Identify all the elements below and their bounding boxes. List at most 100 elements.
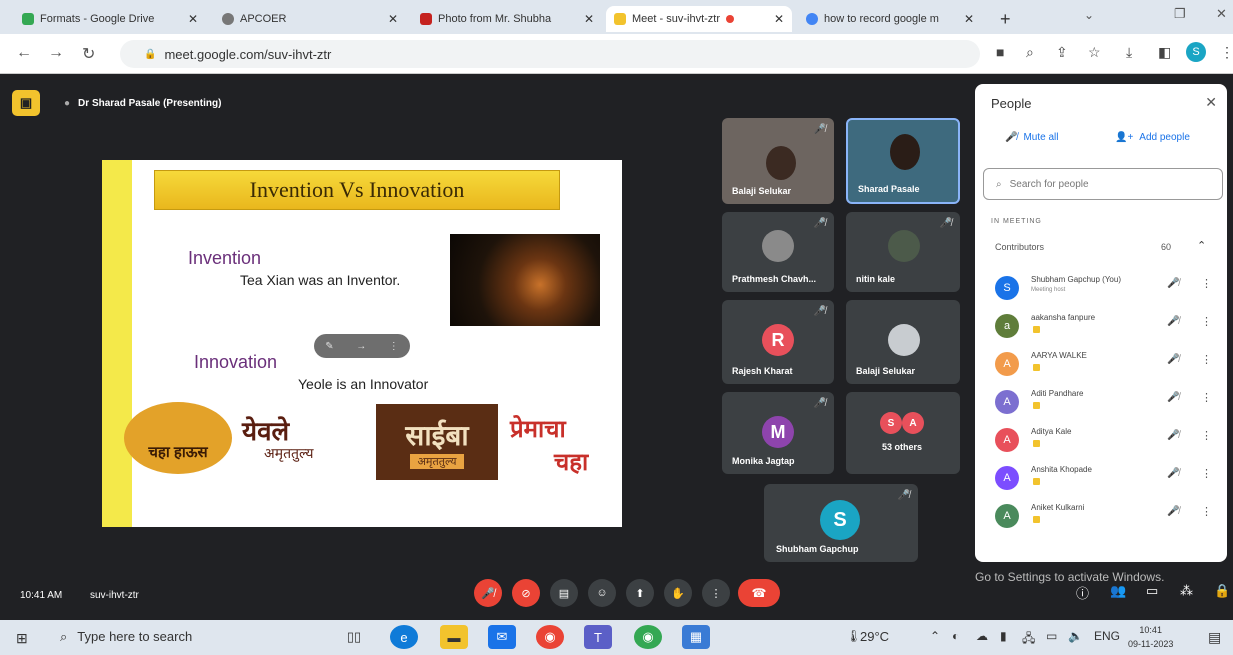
close-tab-icon[interactable]: ✕ — [388, 12, 398, 26]
language-indicator[interactable]: ENG — [1094, 629, 1120, 643]
people-icon[interactable]: 👥 — [1110, 583, 1126, 599]
close-window-icon[interactable]: ✕ — [1216, 6, 1227, 22]
more-options-button[interactable]: ⋮ — [702, 579, 730, 607]
volume-icon[interactable]: 🔈 — [1068, 629, 1083, 643]
windows-start-icon[interactable]: ⊞ — [16, 630, 28, 647]
mic-toggle-button[interactable]: 🎤̸ — [474, 579, 502, 607]
side-panel-icon[interactable]: ◧ — [1158, 44, 1171, 61]
display-icon[interactable]: ▭ — [1046, 629, 1057, 643]
self-tile[interactable]: S 🎤̸ Shubham Gapchup — [764, 484, 918, 562]
activities-icon[interactable]: ⁂ — [1180, 583, 1193, 599]
list-item[interactable]: S Shubham Gapchup (You) Meeting host 🎤̸ … — [995, 272, 1215, 306]
raise-hand-button[interactable]: ✋ — [664, 579, 692, 607]
slide-controls[interactable]: ✎ → ⋮ — [314, 334, 410, 358]
edge-icon[interactable]: e — [390, 625, 418, 649]
photos-icon[interactable]: ▦ — [682, 625, 710, 649]
tab-search-icon[interactable]: ⌄ — [1084, 8, 1094, 22]
back-icon[interactable]: ← — [16, 44, 32, 62]
mail-icon[interactable]: ✉ — [488, 625, 516, 649]
chat-icon[interactable]: ▭ — [1146, 583, 1158, 599]
list-item[interactable]: A Aditya Kale 🎤̸ ⋮ — [995, 424, 1215, 458]
participant-tile[interactable]: 🎤̸ nitin kale — [846, 212, 960, 292]
presenter-bar: ▣ ● Dr Sharad Pasale (Presenting) — [12, 90, 221, 116]
profile-avatar[interactable]: S — [1186, 42, 1206, 62]
panel-title: People — [991, 96, 1032, 111]
more-options-icon[interactable]: ⋮ — [1201, 353, 1212, 366]
zoom-icon[interactable]: ⌕ — [1026, 44, 1034, 61]
more-options-icon[interactable]: ⋮ — [1201, 429, 1212, 442]
google-icon — [806, 13, 818, 25]
cloud-icon[interactable]: ☁ — [976, 629, 988, 643]
add-people-button[interactable]: 👤+ Add people — [1115, 132, 1190, 143]
pen-icon[interactable]: ✎ — [325, 341, 333, 352]
person-name: Aniket Kulkarni — [1031, 503, 1085, 512]
reload-icon[interactable]: ↻ — [82, 44, 95, 64]
notifications-icon[interactable]: ▤ — [1208, 629, 1221, 646]
close-tab-icon[interactable]: ✕ — [774, 12, 784, 26]
bookmark-star-icon[interactable]: ☆ — [1088, 44, 1101, 61]
info-icon[interactable]: ⓘ — [1076, 583, 1089, 602]
taskbar-search[interactable]: ⌕ Type here to search — [60, 629, 192, 645]
camera-toggle-button[interactable]: ⊘ — [512, 579, 540, 607]
file-explorer-icon[interactable]: ▬ — [440, 625, 468, 649]
participant-tile[interactable]: 🎤̸ Prathmesh Chavh... — [722, 212, 834, 292]
more-options-icon[interactable]: ⋮ — [1201, 315, 1212, 328]
tab-apcoer[interactable]: APCOER ✕ — [214, 6, 406, 32]
task-view-icon[interactable]: ▯▯ — [340, 625, 368, 649]
meeting-code[interactable]: suv-ihvt-ztr — [90, 590, 139, 601]
teams-icon[interactable]: T — [584, 625, 612, 649]
share-icon[interactable]: ⇪ — [1056, 44, 1068, 61]
download-icon[interactable]: ⤓ — [1126, 44, 1132, 61]
chrome-icon[interactable]: ◉ — [536, 625, 564, 649]
weather-temperature[interactable]: 29°C — [860, 629, 889, 644]
reactions-button[interactable]: ☺ — [588, 579, 616, 607]
more-options-icon[interactable]: ⋮ — [1201, 391, 1212, 404]
present-button[interactable]: ⬆ — [626, 579, 654, 607]
chevron-up-icon[interactable]: ⌃ — [930, 629, 940, 643]
others-tile[interactable]: S A 53 others — [846, 392, 960, 474]
new-tab-button[interactable]: + — [992, 6, 1022, 32]
list-item[interactable]: A Aditi Pandhare 🎤̸ ⋮ — [995, 386, 1215, 420]
tab-photo[interactable]: Photo from Mr. Shubha ✕ — [412, 6, 602, 32]
participant-tile[interactable]: Sharad Pasale — [846, 118, 960, 204]
taskbar-clock[interactable]: 10:41 09-11-2023 — [1128, 623, 1173, 651]
chrome-profile-icon[interactable]: ◉ — [634, 625, 662, 649]
arrow-icon[interactable]: → — [356, 341, 366, 352]
more-options-icon[interactable]: ⋮ — [1201, 277, 1212, 290]
more-options-icon[interactable]: ⋮ — [1201, 467, 1212, 480]
host-controls-icon[interactable]: 🔒 — [1214, 583, 1230, 599]
tab-meet[interactable]: Meet - suv-ihvt-ztr ✕ — [606, 6, 792, 32]
network-icon[interactable]: 🖧 — [1022, 629, 1035, 650]
battery-icon[interactable]: ▮ — [1000, 629, 1007, 643]
list-item[interactable]: a aakansha fanpure 🎤̸ ⋮ — [995, 310, 1215, 344]
present-icon[interactable]: ▣ — [12, 90, 40, 116]
tab-google-drive[interactable]: Formats - Google Drive ✕ — [14, 6, 206, 32]
mute-all-button[interactable]: 🎤̸ Mute all — [1005, 132, 1058, 143]
forward-icon[interactable]: → — [48, 44, 64, 62]
close-tab-icon[interactable]: ✕ — [964, 12, 974, 26]
participant-tile[interactable]: 🎤̸ Balaji Selukar — [722, 118, 834, 204]
presentation-slide: Invention Vs Innovation Invention Tea Xi… — [102, 160, 622, 527]
list-item[interactable]: A AARYA WALKE 🎤̸ ⋮ — [995, 348, 1215, 382]
search-input[interactable]: ⌕ Search for people — [983, 168, 1223, 200]
captions-button[interactable]: ▤ — [550, 579, 578, 607]
more-icon[interactable]: ⋮ — [389, 341, 399, 352]
tab-how-to-record[interactable]: how to record google m ✕ — [798, 6, 982, 32]
close-tab-icon[interactable]: ✕ — [584, 12, 594, 26]
camera-in-use-icon[interactable]: ■ — [996, 44, 1004, 60]
close-tab-icon[interactable]: ✕ — [188, 12, 198, 26]
list-item[interactable]: A Aniket Kulkarni 🎤̸ ⋮ — [995, 500, 1215, 534]
contributors-label[interactable]: Contributors — [995, 242, 1044, 252]
participant-tile[interactable]: M 🎤̸ Monika Jagtap — [722, 392, 834, 474]
participant-tile[interactable]: R 🎤̸ Rajesh Kharat — [722, 300, 834, 384]
more-options-icon[interactable]: ⋮ — [1201, 505, 1212, 518]
participant-tile[interactable]: Balaji Selukar — [846, 300, 960, 384]
url-bar[interactable]: 🔒 meet.google.com/suv-ihvt-ztr — [120, 40, 980, 68]
restore-window-icon[interactable]: ❐ — [1174, 6, 1186, 22]
chevron-up-icon[interactable]: ⌃ — [1197, 239, 1206, 252]
tray-app-icon[interactable]: ◐ — [952, 629, 959, 643]
leave-call-button[interactable]: ☎ — [738, 579, 780, 607]
close-icon[interactable]: ✕ — [1205, 94, 1217, 111]
browser-menu-icon[interactable]: ⋮ — [1220, 44, 1233, 61]
list-item[interactable]: A Anshita Khopade 🎤̸ ⋮ — [995, 462, 1215, 496]
